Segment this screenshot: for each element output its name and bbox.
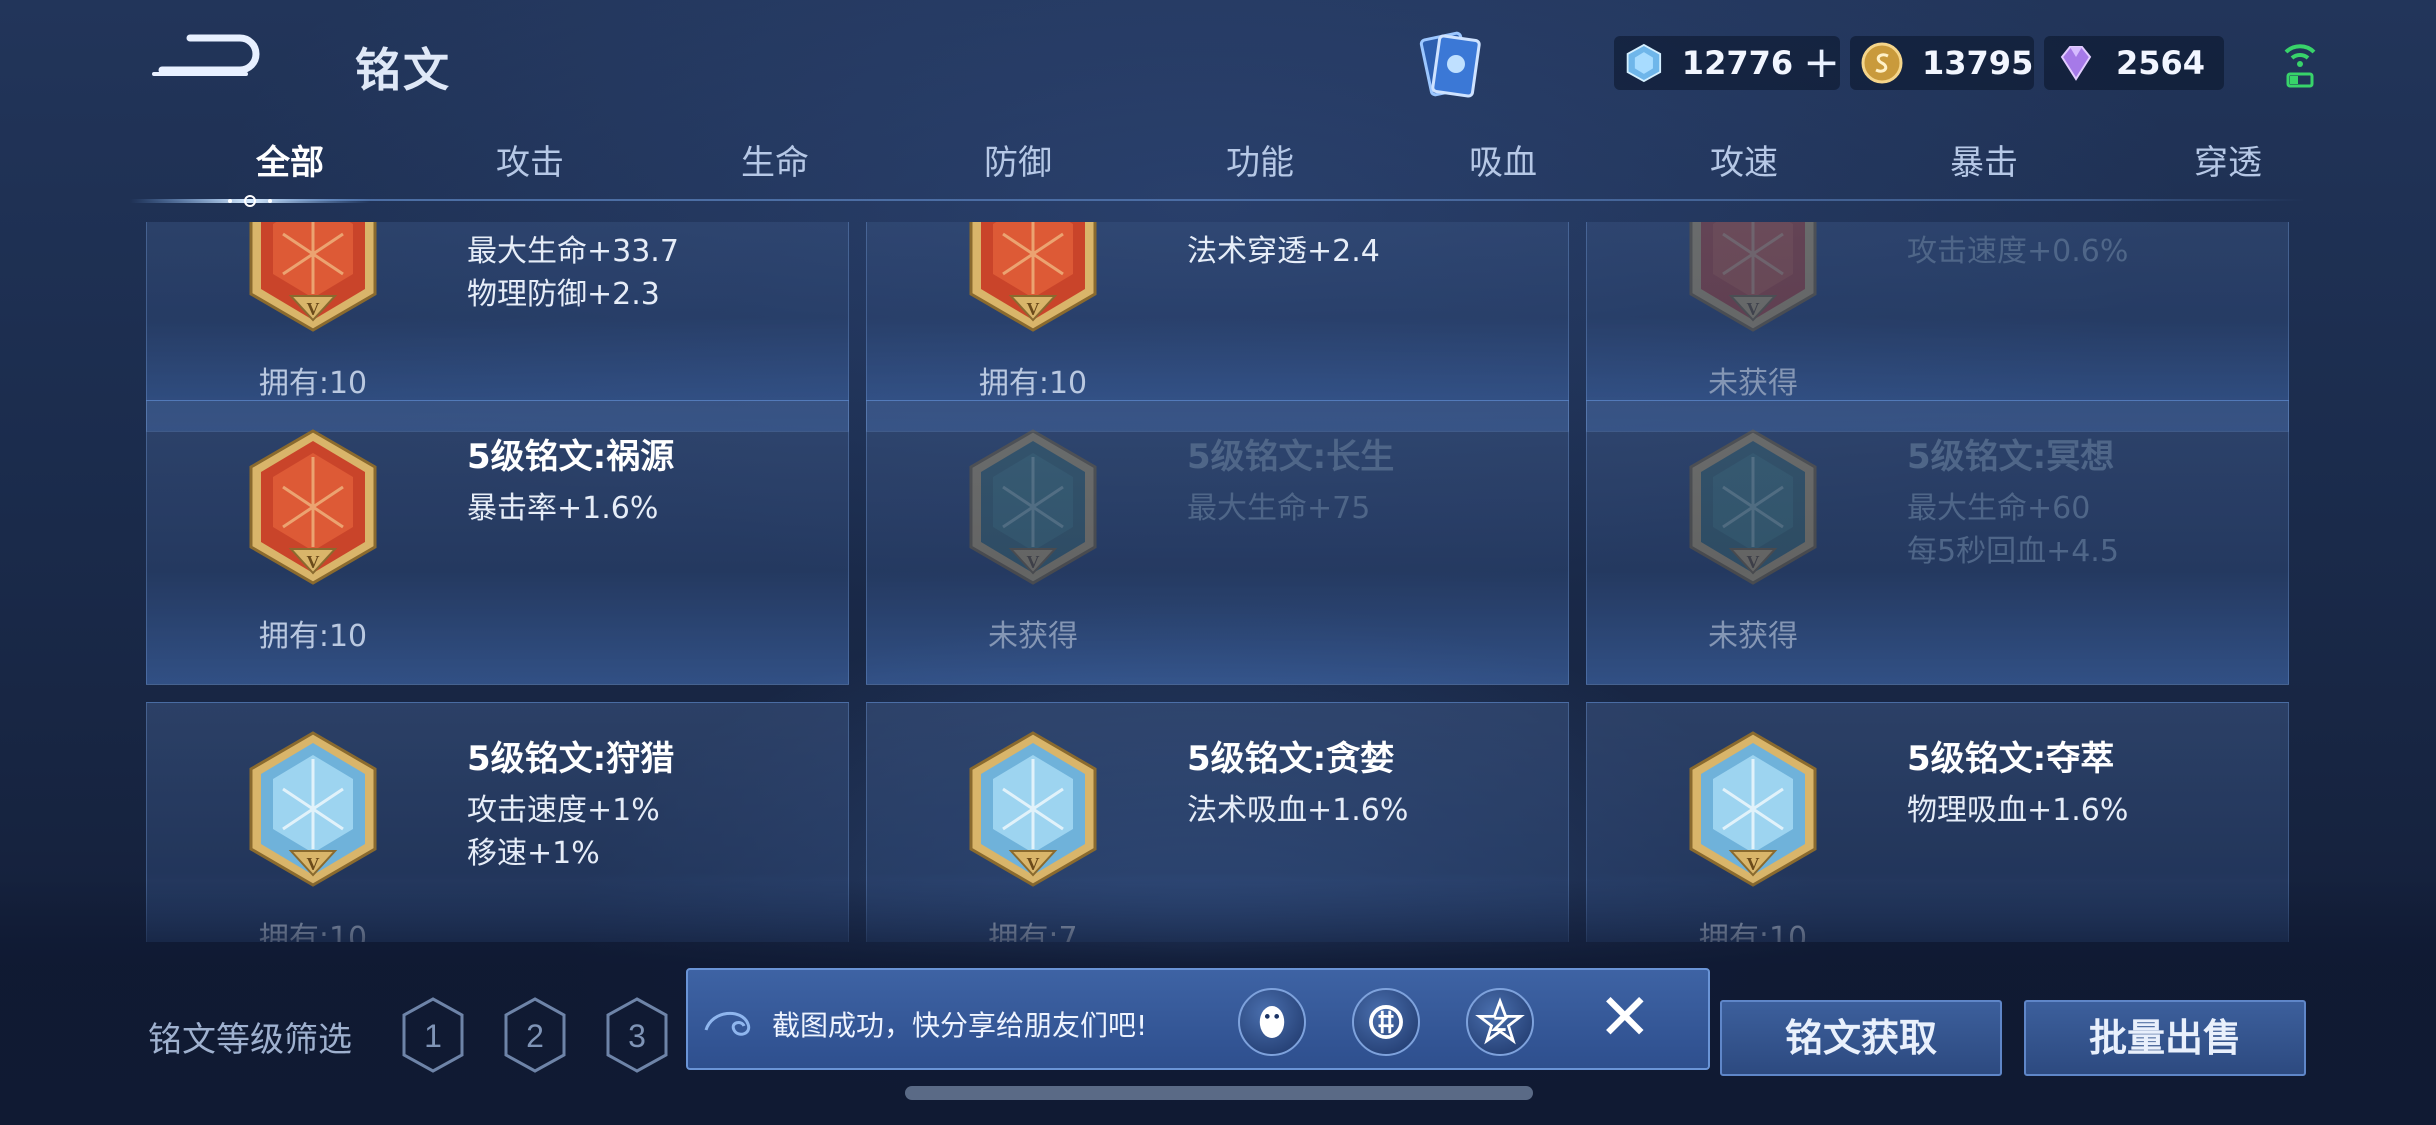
rune-stat: 最大生命+75 — [1187, 491, 1371, 526]
diamond-counter: 12776 + — [1614, 36, 1840, 90]
rune-stat: 移速+1% — [467, 836, 600, 871]
rune-owned-count: 未获得 — [988, 619, 1078, 654]
wifi-signal-icon — [2284, 44, 2316, 88]
share-moments-button[interactable] — [1352, 988, 1420, 1056]
wechat-moments-icon — [1369, 1005, 1403, 1039]
svg-text:V: V — [1027, 552, 1040, 572]
rune-name: 5级铭文:狩猎 — [467, 739, 675, 779]
level-filter-3[interactable]: 3 — [602, 995, 672, 1075]
svg-text:1: 1 — [424, 1018, 442, 1054]
tab-utility[interactable]: 功能 — [1160, 135, 1360, 184]
rune-badge-icon: V — [1689, 731, 1817, 887]
level-filter-1[interactable]: 1 — [398, 995, 468, 1075]
close-toast-button[interactable]: ✕ — [1598, 986, 1652, 1050]
rune-stat: 攻击速度+1% — [467, 793, 660, 828]
diamond-icon — [1626, 43, 1662, 83]
gold-value: 13795 — [1922, 44, 2034, 82]
rune-stat: 法术吸血+1.6% — [1187, 793, 1409, 828]
rune-stat: 法术穿透+2.4 — [1187, 234, 1380, 269]
rune-stat: 最大生命+33.7 — [467, 234, 679, 269]
tab-penetration[interactable]: 穿透 — [2128, 135, 2328, 184]
rune-badge-icon: V — [969, 731, 1097, 887]
rune-stat: 暴击率+1.6% — [467, 491, 659, 526]
rune-stat: 每5秒回血+4.5 — [1907, 534, 2119, 569]
qq-icon — [1259, 1006, 1285, 1038]
rune-badge-icon: V — [249, 222, 377, 332]
tab-defense[interactable]: 防御 — [918, 135, 1118, 184]
rune-name: 5级铭文:长生 — [1187, 437, 1395, 477]
svg-text:V: V — [307, 299, 320, 319]
back-button[interactable] — [150, 30, 260, 90]
share-qq-button[interactable] — [1238, 988, 1306, 1056]
gold-coin-icon — [1861, 42, 1903, 84]
svg-text:V: V — [1747, 552, 1760, 572]
rune-badge-icon: V — [969, 222, 1097, 332]
rune-acquire-button[interactable]: 铭文获取 — [1720, 1000, 2002, 1076]
active-tab-indicator — [130, 195, 370, 207]
gold-counter: 13795 — [1850, 36, 2034, 90]
home-indicator — [905, 1086, 1533, 1100]
tab-attack-speed[interactable]: 攻速 — [1644, 135, 1844, 184]
rune-badge-icon: V — [249, 429, 377, 585]
purple-gem-icon — [2060, 46, 2092, 81]
rune-owned-count: 未获得 — [1708, 366, 1798, 401]
qzone-icon — [1475, 997, 1525, 1045]
svg-text:3: 3 — [628, 1018, 646, 1054]
rune-name: 5级铭文:夺萃 — [1907, 739, 2115, 779]
diamond-value: 12776 — [1681, 44, 1794, 82]
svg-text:V: V — [1747, 299, 1760, 319]
rune-owned-count: 拥有:10 — [258, 366, 368, 401]
svg-text:V: V — [1027, 854, 1040, 874]
rune-badge-icon: V — [1689, 222, 1817, 332]
rune-badge-icon: V — [969, 429, 1097, 585]
rune-card[interactable]: V 5级铭文:冥想最大生命+60 每5秒回血+4.5 未获得 — [1586, 400, 2289, 685]
screenshot-share-toast: 截图成功，快分享给朋友们吧! ✕ — [686, 968, 1710, 1070]
rune-badge-icon: V — [249, 731, 377, 887]
rune-stat: 物理防御+2.3 — [467, 277, 660, 312]
tab-lifesteal[interactable]: 吸血 — [1403, 135, 1603, 184]
rune-card[interactable]: V 5级铭文:祸源暴击率+1.6% 拥有:10 — [146, 400, 849, 685]
rune-badge-icon: V — [1689, 429, 1817, 585]
toast-message: 截图成功，快分享给朋友们吧! — [772, 1009, 1148, 1042]
svg-text:2: 2 — [526, 1018, 544, 1054]
gem-counter: 2564 — [2044, 36, 2224, 90]
level-filter-label: 铭文等级筛选 — [148, 1020, 352, 1060]
rune-owned-count: 拥有:10 — [978, 366, 1088, 401]
rune-grid: V 最大生命+33.7 物理防御+2.3 拥有:10 V 法术穿透+2.4 拥有:10 V 攻击… — [0, 222, 2436, 942]
svg-text:V: V — [1027, 299, 1040, 319]
cloud-swirl-icon — [704, 1011, 751, 1036]
rune-name: 5级铭文:祸源 — [467, 437, 675, 477]
page-title: 铭文 — [355, 43, 451, 97]
rune-name: 5级铭文:贪婪 — [1187, 739, 1395, 779]
rune-owned-count: 未获得 — [1708, 619, 1798, 654]
svg-text:V: V — [307, 854, 320, 874]
rune-deck-icon[interactable] — [1408, 22, 1492, 106]
svg-text:V: V — [307, 552, 320, 572]
rune-card[interactable]: V 5级铭文:长生最大生命+75 未获得 — [866, 400, 1569, 685]
tab-attack[interactable]: 攻击 — [430, 135, 630, 184]
tab-all[interactable]: 全部 — [190, 135, 390, 184]
add-currency-button[interactable]: + — [1803, 41, 1840, 85]
bulk-sell-button[interactable]: 批量出售 — [2024, 1000, 2306, 1076]
rune-name: 5级铭文:冥想 — [1907, 437, 2115, 477]
share-qzone-button[interactable] — [1466, 988, 1534, 1056]
tab-health[interactable]: 生命 — [675, 135, 875, 184]
category-tabs: 全部 攻击 生命 防御 功能 吸血 攻速 暴击 穿透 — [140, 135, 2305, 205]
svg-text:V: V — [1747, 854, 1760, 874]
gem-value: 2564 — [2116, 44, 2206, 82]
rune-stat: 最大生命+60 — [1907, 491, 2091, 526]
rune-stat: 物理吸血+1.6% — [1907, 793, 2129, 828]
tab-critical[interactable]: 暴击 — [1884, 135, 2084, 184]
level-filter-2[interactable]: 2 — [500, 995, 570, 1075]
rune-stat: 攻击速度+0.6% — [1907, 234, 2129, 269]
tab-divider — [140, 199, 2305, 201]
rune-owned-count: 拥有:10 — [258, 619, 368, 654]
